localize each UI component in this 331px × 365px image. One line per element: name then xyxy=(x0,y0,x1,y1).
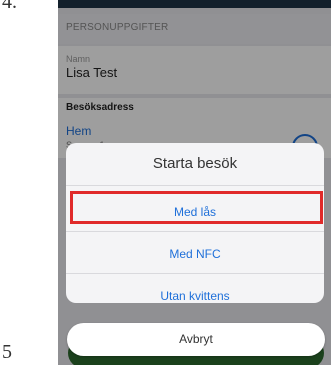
option-with-nfc[interactable]: Med NFC xyxy=(66,235,324,274)
highlight-box xyxy=(70,191,323,224)
step-number-bottom: 5 xyxy=(2,341,12,363)
phone-screen: PERSONUPPGIFTER Namn Lisa Test Besöksadr… xyxy=(58,0,331,365)
step-number-top: 4. xyxy=(2,0,17,13)
option-without-receipt[interactable]: Utan kvittens xyxy=(66,277,324,303)
cancel-button[interactable]: Avbryt xyxy=(67,323,325,356)
action-sheet-title: Starta besök xyxy=(66,143,324,186)
